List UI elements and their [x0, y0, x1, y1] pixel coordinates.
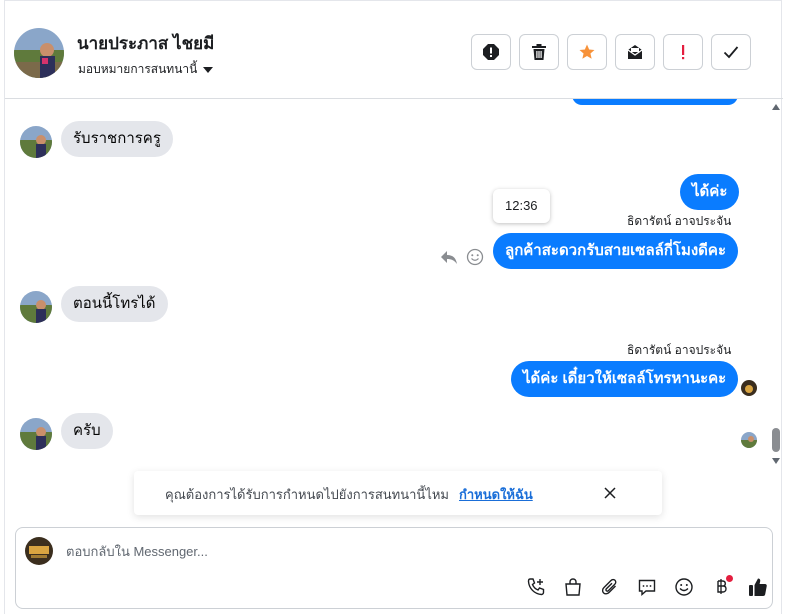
- follow-up-button[interactable]: [663, 34, 703, 70]
- spam-icon: [483, 44, 499, 60]
- outgoing-message[interactable]: ลูกค้าสะดวกรับสายเซลล์กี่โมงดีคะ: [493, 233, 739, 269]
- star-button[interactable]: [567, 34, 607, 70]
- scrollbar[interactable]: [770, 99, 782, 469]
- conversation-header: นายประภาส ไชยมี มอบหมายการสนทนานี้: [5, 1, 783, 99]
- assign-to-me-link[interactable]: กำหนดให้ฉัน: [459, 484, 533, 505]
- contact-name: นายประภาส ไชยมี: [77, 34, 215, 53]
- assign-label: มอบหมายการสนทนานี้: [78, 62, 198, 76]
- sender-name: ธิดารัตน์ อาจประจัน: [627, 214, 732, 228]
- follow-up-icon: [682, 45, 685, 60]
- emoji-icon[interactable]: [672, 575, 696, 599]
- scroll-up-arrow-icon[interactable]: [772, 104, 780, 110]
- spam-button[interactable]: [471, 34, 511, 70]
- mark-unread-button[interactable]: [615, 34, 655, 70]
- close-icon[interactable]: [600, 483, 620, 503]
- notification-dot: [726, 575, 733, 582]
- caret-down-icon: [203, 67, 214, 73]
- sender-name: ธิดารัตน์ อาจประจัน: [627, 343, 732, 357]
- mark-unread-icon: [627, 45, 643, 59]
- done-icon: [723, 46, 739, 59]
- trash-icon: [532, 44, 546, 60]
- seen-avatar: [741, 380, 757, 396]
- incoming-message[interactable]: รับราชการครู: [61, 121, 173, 157]
- contact-avatar-small: [20, 126, 52, 158]
- contact-avatar-small: [20, 291, 52, 323]
- scroll-down-arrow-icon[interactable]: [772, 458, 780, 464]
- star-icon: [579, 44, 595, 59]
- reply-composer: [15, 527, 773, 609]
- contact-avatar[interactable]: [14, 28, 64, 78]
- like-icon[interactable]: [746, 575, 770, 599]
- incoming-message[interactable]: ครับ: [61, 413, 113, 449]
- delete-button[interactable]: [519, 34, 559, 70]
- contact-avatar-small: [20, 418, 52, 450]
- message-hover-actions: [440, 248, 484, 266]
- message-bubble-partial[interactable]: [572, 99, 738, 105]
- paperclip-icon[interactable]: [598, 575, 622, 599]
- composer-tools: [524, 575, 770, 599]
- incoming-message[interactable]: ตอนนี้โทรได้: [61, 286, 168, 322]
- header-actions: [471, 34, 751, 70]
- assign-prompt-text: คุณต้องการได้รับการกำหนดไปยังการสนทนานี้…: [165, 487, 449, 502]
- baht-icon[interactable]: [709, 575, 733, 599]
- shopping-bag-icon[interactable]: [561, 575, 585, 599]
- scrollbar-thumb[interactable]: [772, 428, 780, 452]
- done-button[interactable]: [711, 34, 751, 70]
- assign-dropdown[interactable]: มอบหมายการสนทนานี้: [78, 60, 214, 79]
- timestamp-tooltip: 12:36: [493, 189, 550, 223]
- call-add-icon[interactable]: [524, 575, 548, 599]
- reply-input[interactable]: [66, 541, 746, 561]
- outgoing-message[interactable]: ได้ค่ะ เดี๋ยวให้เซลล์โทรหานะคะ: [511, 361, 739, 397]
- reply-icon[interactable]: [440, 249, 458, 265]
- seen-avatar: [741, 432, 757, 448]
- conversation-panel: นายประภาส ไชยมี มอบหมายการสนทนานี้ รับรา…: [4, 0, 783, 614]
- outgoing-message[interactable]: ได้ค่ะ: [680, 174, 740, 210]
- react-emoji-icon[interactable]: [466, 248, 484, 266]
- assign-prompt: คุณต้องการได้รับการกำหนดไปยังการสนทนานี้…: [134, 471, 662, 515]
- chat-bubble-icon[interactable]: [635, 575, 659, 599]
- message-list: รับราชการครู ได้ค่ะ 12:36 ธิดารัตน์ อาจป…: [5, 99, 783, 469]
- page-avatar: [25, 537, 53, 565]
